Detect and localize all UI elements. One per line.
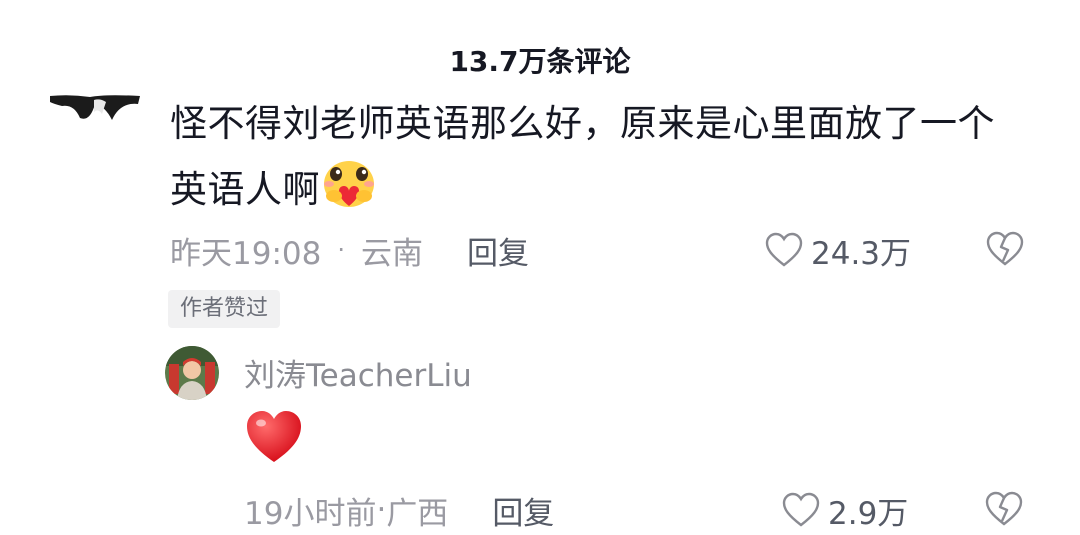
heart-outline-icon xyxy=(782,492,820,527)
hugging-heart-emoji-icon xyxy=(320,156,378,214)
reply-button[interactable]: 回复 xyxy=(492,488,554,533)
comment-meta: 昨天19:08 · 云南 回复 24.3万 xyxy=(170,225,1030,275)
reply-button[interactable]: 回复 xyxy=(467,228,529,273)
reply-user-avatar[interactable] xyxy=(165,346,219,400)
separator-dot: · xyxy=(376,492,387,528)
like-count: 24.3万 xyxy=(811,235,912,272)
comment-time: 昨天19:08 xyxy=(170,235,322,272)
comments-count-title: 13.7万条评论 xyxy=(449,45,631,78)
comment-body: 怪不得刘老师英语那么好，原来是心里面放了一个英语人啊 xyxy=(170,92,1030,222)
dislike-button[interactable] xyxy=(985,231,1025,275)
separator-dot: · xyxy=(337,236,345,264)
reply-meta: 19小时前 · 广西 回复 2.9万 xyxy=(244,485,1034,535)
comment-text: 怪不得刘老师英语那么好，原来是心里面放了一个英语人啊 xyxy=(170,102,995,211)
like-count: 2.9万 xyxy=(828,495,909,532)
red-heart-emoji-icon xyxy=(244,407,304,467)
reply-time: 19小时前 xyxy=(244,495,377,532)
heart-outline-icon xyxy=(765,232,803,267)
comment-location: 云南 xyxy=(360,235,423,272)
broken-heart-icon xyxy=(985,491,1023,526)
reply-location: 广西 xyxy=(386,495,449,532)
author-liked-badge: 作者赞过 xyxy=(168,290,281,328)
commenter-avatar[interactable] xyxy=(50,94,140,124)
reply-username[interactable]: 刘涛TeacherLiu xyxy=(244,350,472,395)
dislike-button[interactable] xyxy=(984,491,1024,535)
like-button[interactable]: 2.9万 xyxy=(782,488,908,533)
like-button[interactable]: 24.3万 xyxy=(765,228,911,273)
broken-heart-icon xyxy=(986,231,1024,266)
